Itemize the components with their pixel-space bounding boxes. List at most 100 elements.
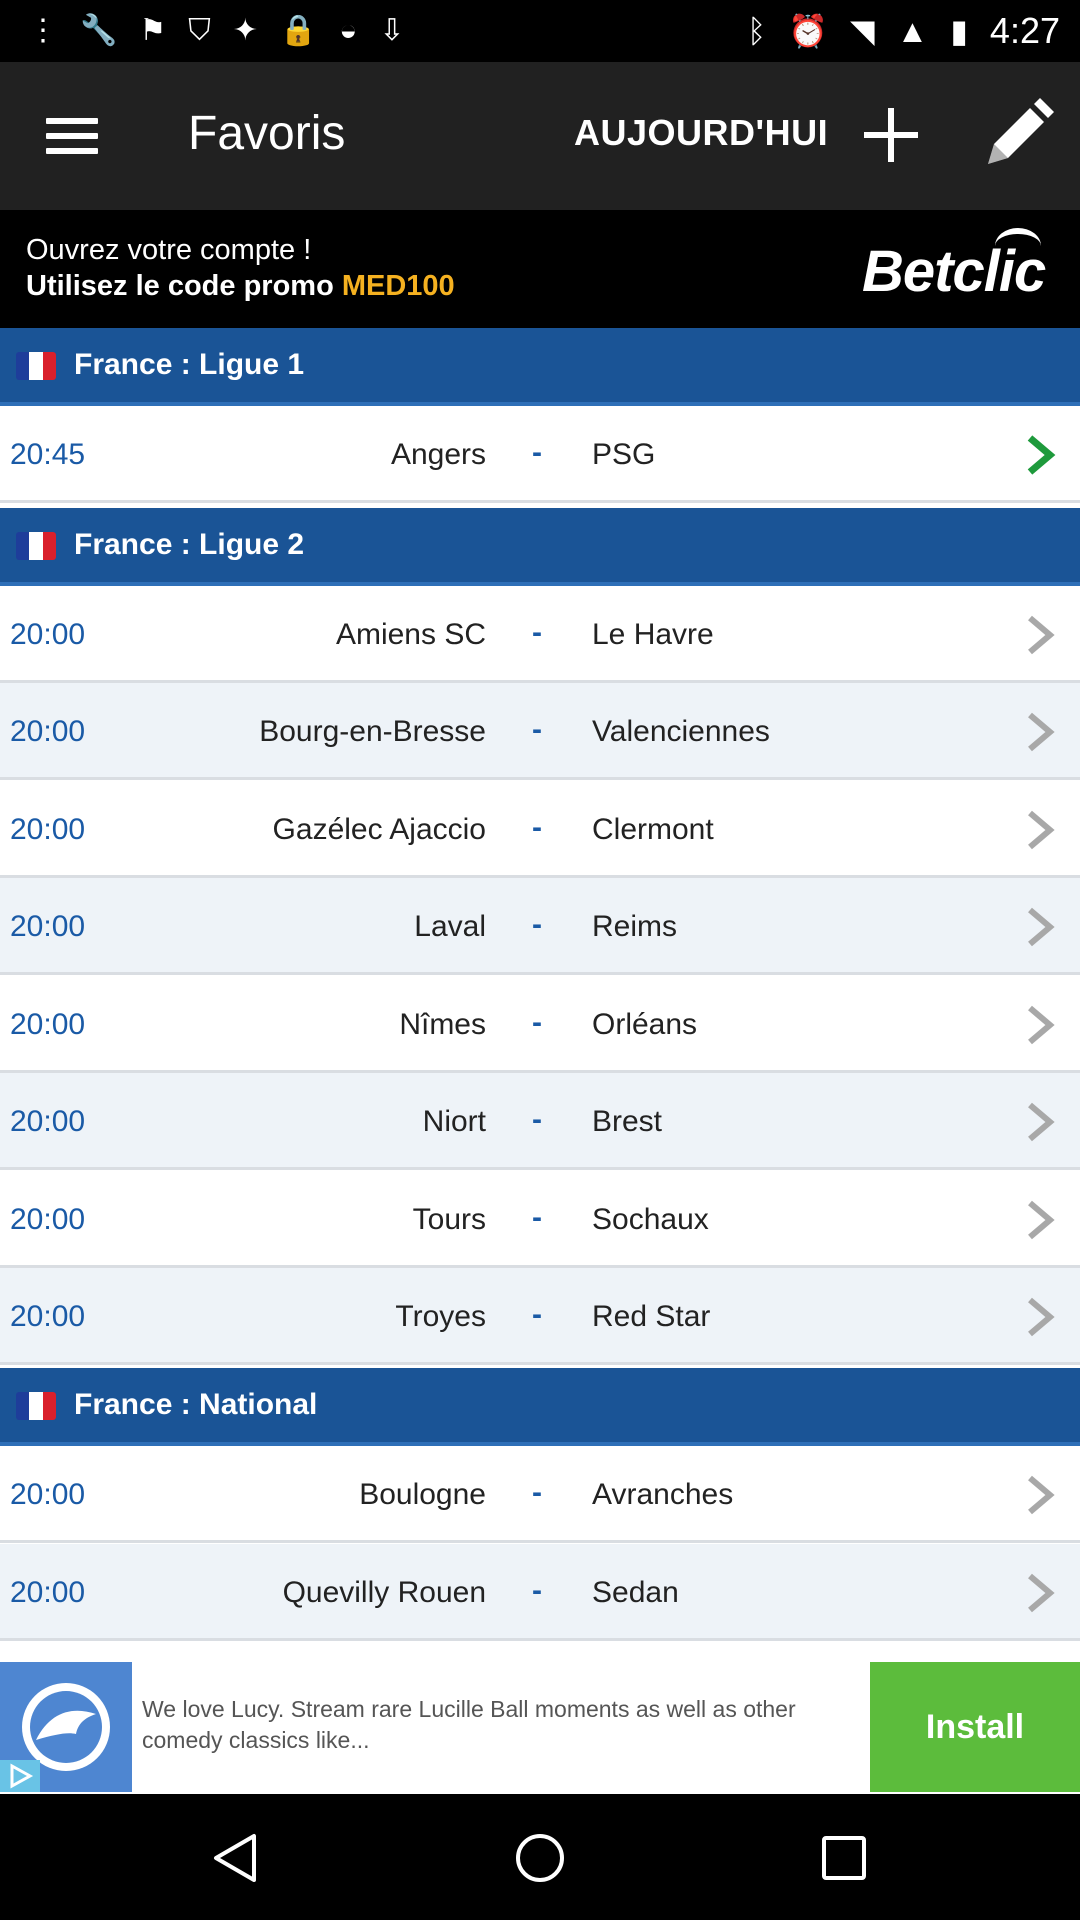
match-row[interactable]: 20:45 Angers - PSG bbox=[0, 406, 1080, 503]
home-team: Bourg-en-Bresse bbox=[259, 715, 486, 748]
promo-banner[interactable]: Ouvrez votre compte ! Utilisez le code p… bbox=[0, 210, 1080, 328]
match-time: 20:00 bbox=[10, 715, 86, 748]
match-time: 20:00 bbox=[10, 618, 86, 651]
match-time: 20:00 bbox=[10, 813, 86, 846]
home-team: Tours bbox=[412, 1203, 486, 1236]
match-row[interactable]: 20:00 Nîmes - Orléans bbox=[0, 976, 1080, 1073]
match-row[interactable]: 20:00 Tours - Sochaux bbox=[0, 1171, 1080, 1268]
flag-icon: ⚑ bbox=[139, 14, 167, 47]
notification-icons: ⋮ 🔧 ⚑ ⛉ ✦ 🔒 ◒ ⇩ bbox=[28, 16, 405, 46]
home-team: Gazélec Ajaccio bbox=[272, 813, 486, 846]
home-team: Quevilly Rouen bbox=[282, 1576, 486, 1609]
away-team: Sedan bbox=[592, 1576, 679, 1609]
match-row[interactable]: 20:00 Boulogne - Avranches bbox=[0, 1446, 1080, 1543]
back-icon[interactable] bbox=[210, 1832, 262, 1884]
page-title: Favoris bbox=[188, 107, 346, 160]
match-row[interactable]: 20:00 Gazélec Ajaccio - Clermont bbox=[0, 781, 1080, 878]
recents-icon[interactable] bbox=[818, 1832, 870, 1884]
android-icon: ◒ bbox=[339, 14, 358, 47]
wifi-icon: ◥ bbox=[850, 13, 875, 49]
install-button[interactable]: Install bbox=[870, 1662, 1080, 1792]
france-flag-icon bbox=[16, 532, 56, 560]
match-time: 20:00 bbox=[10, 910, 86, 943]
match-time: 20:00 bbox=[10, 1105, 86, 1138]
match-time: 20:00 bbox=[10, 1008, 86, 1041]
away-team: PSG bbox=[592, 438, 656, 471]
bluetooth-icon: ᛒ bbox=[746, 12, 767, 49]
match-time: 20:00 bbox=[10, 1576, 86, 1609]
satellite-icon: ✦ bbox=[232, 14, 258, 47]
shield-icon: ⛉ bbox=[188, 14, 211, 47]
match-row[interactable]: 20:00 Amiens SC - Le Havre bbox=[0, 586, 1080, 683]
home-team: Amiens SC bbox=[335, 618, 486, 651]
chevron-right-icon[interactable] bbox=[1026, 1572, 1056, 1614]
system-nav-bar bbox=[0, 1794, 1080, 1920]
away-team: Orléans bbox=[592, 1008, 698, 1041]
battery-icon: ▮ bbox=[950, 13, 968, 49]
promo-subline: Utilisez le code promo MED100 bbox=[26, 270, 455, 303]
score-separator: - bbox=[532, 436, 542, 469]
chevron-right-icon[interactable] bbox=[1026, 1004, 1056, 1046]
menu-icon[interactable] bbox=[46, 118, 98, 154]
match-row[interactable]: 20:00 Quevilly Rouen - Sedan bbox=[0, 1544, 1080, 1641]
match-time: 20:00 bbox=[10, 1203, 86, 1236]
france-flag-icon bbox=[16, 352, 56, 380]
ad-text: We love Lucy. Stream rare Lucille Ball m… bbox=[142, 1696, 796, 1753]
home-team: Nîmes bbox=[399, 1008, 486, 1041]
alarm-icon: ⏰ bbox=[788, 13, 829, 49]
match-row[interactable]: 20:00 Niort - Brest bbox=[0, 1073, 1080, 1170]
wrench-icon: 🔧 bbox=[80, 14, 118, 47]
lock-icon: 🔒 bbox=[279, 14, 318, 47]
status-bar: ⋮ 🔧 ⚑ ⛉ ✦ 🔒 ◒ ⇩ ᛒ ⏰ ◥ ▲ ▮ 4:27 bbox=[0, 0, 1080, 62]
promo-prefix: Utilisez le code promo bbox=[26, 270, 342, 302]
match-row[interactable]: 20:00 Troyes - Red Star bbox=[0, 1268, 1080, 1365]
match-time: 20:00 bbox=[10, 1478, 86, 1511]
away-team: Brest bbox=[592, 1105, 663, 1138]
chevron-right-icon[interactable] bbox=[1026, 809, 1056, 851]
chevron-right-icon[interactable] bbox=[1026, 1474, 1056, 1516]
score-separator: - bbox=[532, 1006, 542, 1039]
home-team: Niort bbox=[422, 1105, 486, 1138]
promo-code: MED100 bbox=[341, 270, 455, 302]
score-separator: - bbox=[532, 1103, 542, 1136]
score-separator: - bbox=[532, 1574, 542, 1607]
chevron-right-icon[interactable] bbox=[1026, 1101, 1056, 1143]
home-team: Troyes bbox=[395, 1300, 486, 1333]
match-time: 20:00 bbox=[10, 1300, 86, 1333]
france-flag-icon bbox=[16, 1392, 56, 1420]
home-team: Boulogne bbox=[359, 1478, 486, 1511]
status-time: 4:27 bbox=[989, 10, 1060, 51]
away-team: Sochaux bbox=[592, 1203, 709, 1236]
ad-banner[interactable]: We love Lucy. Stream rare Lucille Ball m… bbox=[0, 1660, 1080, 1792]
chevron-right-icon[interactable] bbox=[1026, 906, 1056, 948]
edit-pencil-icon[interactable] bbox=[980, 98, 1054, 172]
league-header: France : National bbox=[0, 1368, 1080, 1446]
league-header: France : Ligue 1 bbox=[0, 328, 1080, 406]
chevron-right-icon[interactable] bbox=[1026, 434, 1056, 476]
score-separator: - bbox=[532, 1476, 542, 1509]
betclic-logo: Betclic bbox=[862, 228, 1046, 304]
today-button[interactable]: AUJOURD'HUI bbox=[574, 112, 828, 154]
score-separator: - bbox=[532, 1201, 542, 1234]
home-team: Angers bbox=[390, 438, 486, 471]
system-indicators: ᛒ ⏰ ◥ ▲ ▮ 4:27 bbox=[747, 10, 1060, 52]
score-separator: - bbox=[532, 811, 542, 844]
chevron-right-icon[interactable] bbox=[1026, 711, 1056, 753]
league-name: France : Ligue 1 bbox=[74, 348, 305, 381]
app-bar: Favoris AUJOURD'HUI bbox=[0, 62, 1080, 210]
away-team: Valenciennes bbox=[592, 715, 770, 748]
match-time: 20:45 bbox=[10, 438, 86, 471]
chevron-right-icon[interactable] bbox=[1026, 1199, 1056, 1241]
chevron-right-icon[interactable] bbox=[1026, 1296, 1056, 1338]
play-store-icon bbox=[0, 1760, 40, 1792]
home-icon[interactable] bbox=[514, 1832, 566, 1884]
match-row[interactable]: 20:00 Laval - Reims bbox=[0, 878, 1080, 975]
away-team: Le Havre bbox=[592, 618, 714, 651]
away-team: Red Star bbox=[592, 1300, 711, 1333]
signal-icon: ▲ bbox=[896, 12, 929, 49]
match-row[interactable]: 20:00 Bourg-en-Bresse - Valenciennes bbox=[0, 683, 1080, 780]
add-icon[interactable] bbox=[858, 102, 924, 168]
chevron-right-icon[interactable] bbox=[1026, 614, 1056, 656]
away-team: Reims bbox=[592, 910, 678, 943]
score-separator: - bbox=[532, 616, 542, 649]
